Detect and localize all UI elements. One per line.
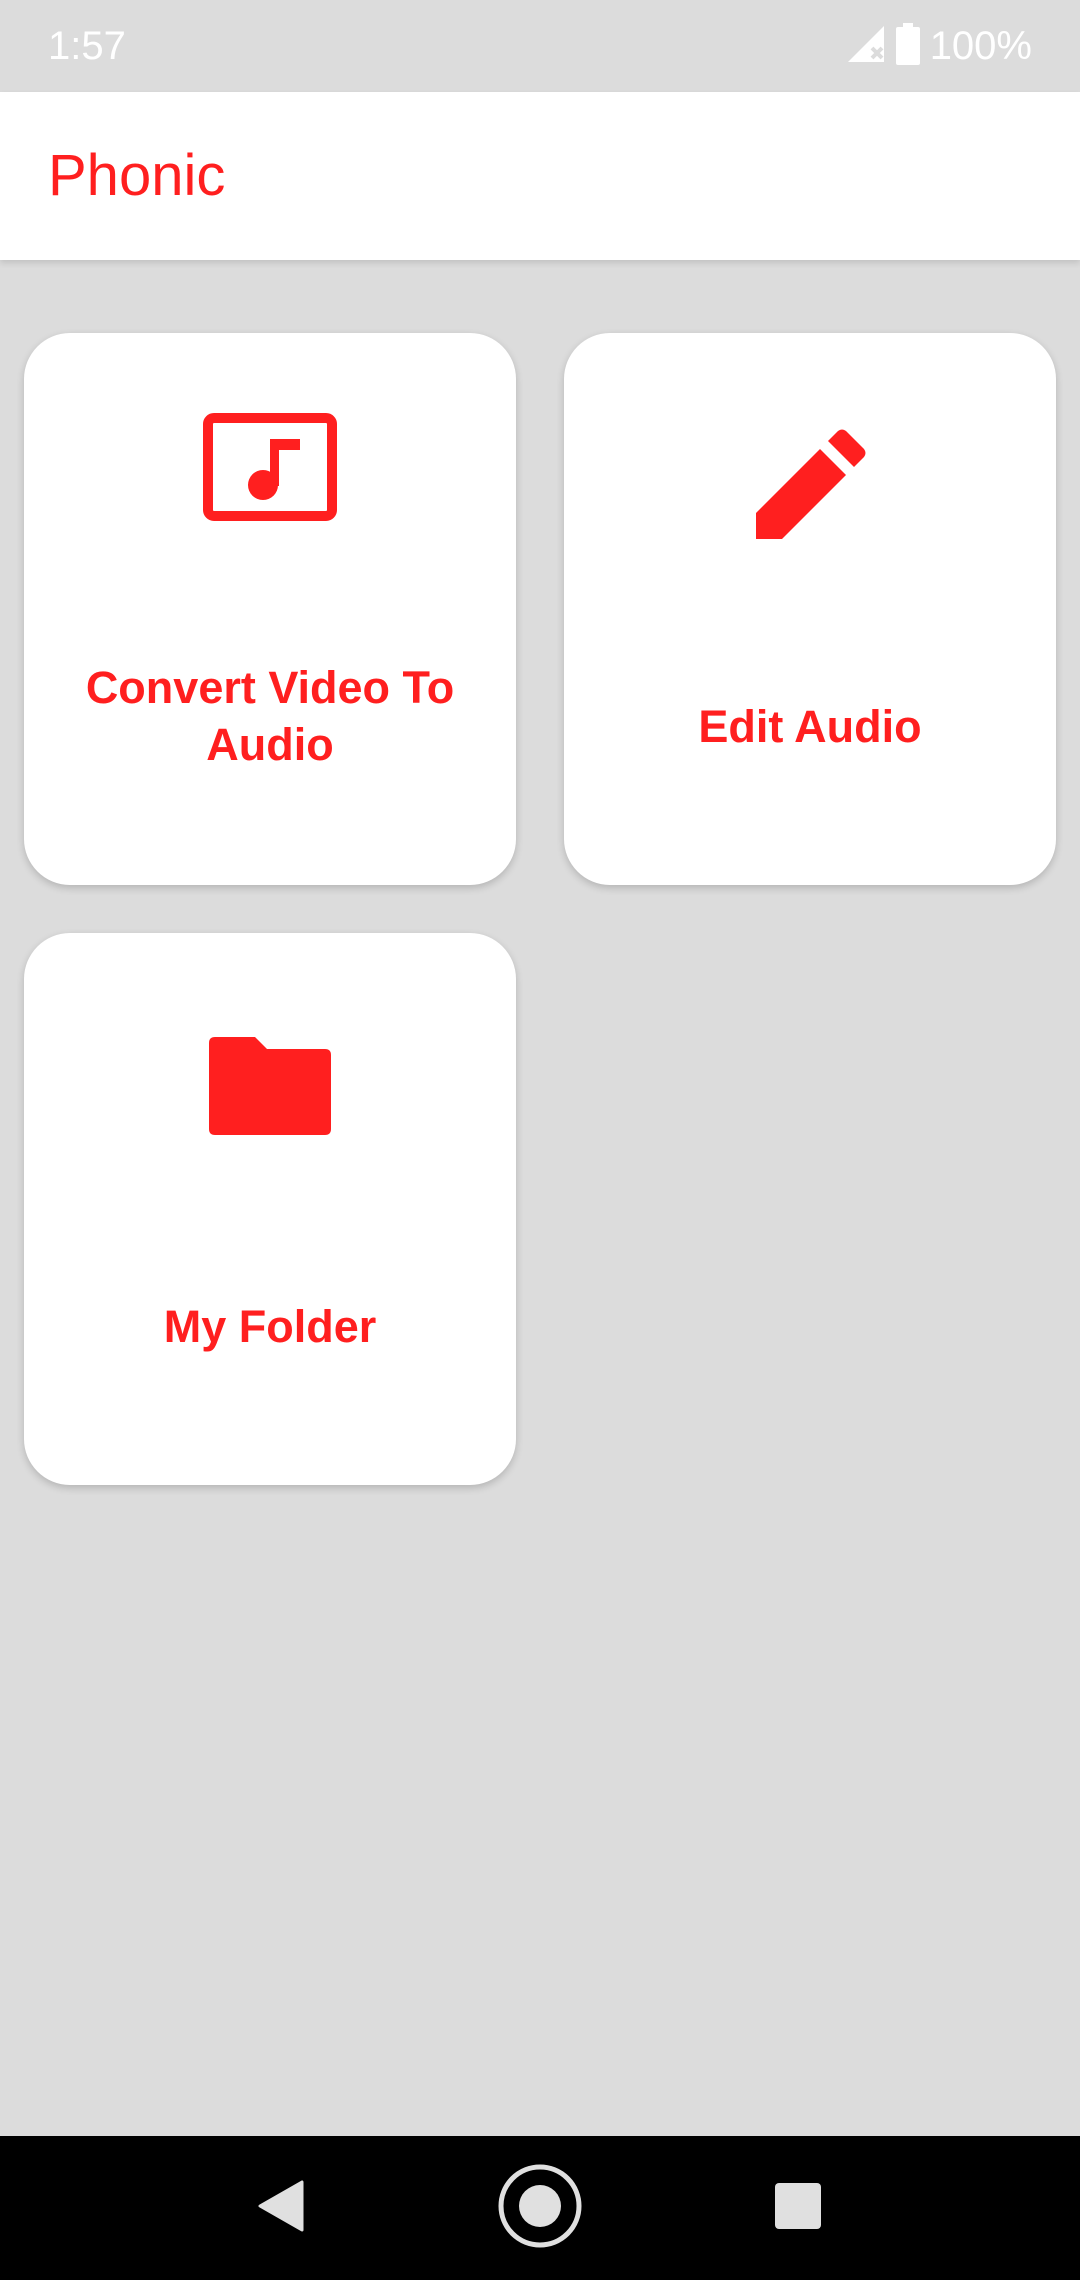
- status-time: 1:57: [48, 24, 126, 68]
- status-icons: 100%: [846, 20, 1032, 72]
- app-bar: Phonic: [0, 92, 1080, 260]
- my-folder-label: My Folder: [163, 1301, 377, 1352]
- battery-icon: [895, 22, 920, 70]
- back-icon: [256, 2180, 304, 2237]
- pencil-icon: [754, 429, 866, 546]
- recents-icon: [775, 2182, 821, 2234]
- signal-no-sim-icon: [846, 24, 886, 69]
- video-music-icon: [203, 413, 337, 526]
- back-button[interactable]: [220, 2136, 340, 2280]
- edit-audio-label: Edit Audio: [698, 701, 922, 752]
- status-bar: 1:57 100%: [0, 0, 1080, 92]
- battery-percent: 100%: [929, 24, 1032, 68]
- edit-audio-card[interactable]: Edit Audio: [564, 333, 1056, 885]
- home-button[interactable]: [480, 2136, 600, 2280]
- my-folder-card[interactable]: My Folder: [24, 933, 516, 1485]
- home-icon: [497, 2163, 583, 2254]
- folder-icon: [209, 1037, 331, 1140]
- convert-video-to-audio-card[interactable]: Convert Video To Audio: [24, 333, 516, 885]
- navigation-bar: [0, 2136, 1080, 2280]
- recents-button[interactable]: [738, 2136, 858, 2280]
- screen: 1:57 100% Phonic Convert Video To Audio …: [0, 0, 1080, 2280]
- app-title: Phonic: [48, 143, 226, 208]
- convert-video-to-audio-label: Convert Video To Audio: [85, 662, 455, 770]
